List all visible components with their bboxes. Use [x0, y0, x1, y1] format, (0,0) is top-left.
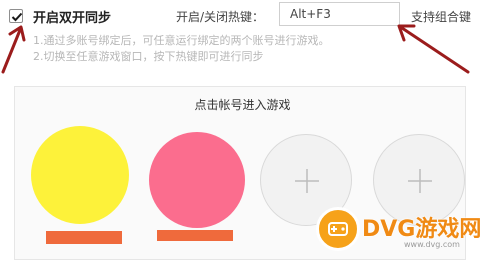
watermark-logo-icon: [316, 207, 360, 251]
left-arrow-shaft: [1, 28, 22, 74]
watermark-url: www.dvg.com: [404, 240, 460, 249]
watermark-brand: DVG游戏网: [362, 217, 482, 242]
right-arrow-shaft: [400, 26, 470, 74]
